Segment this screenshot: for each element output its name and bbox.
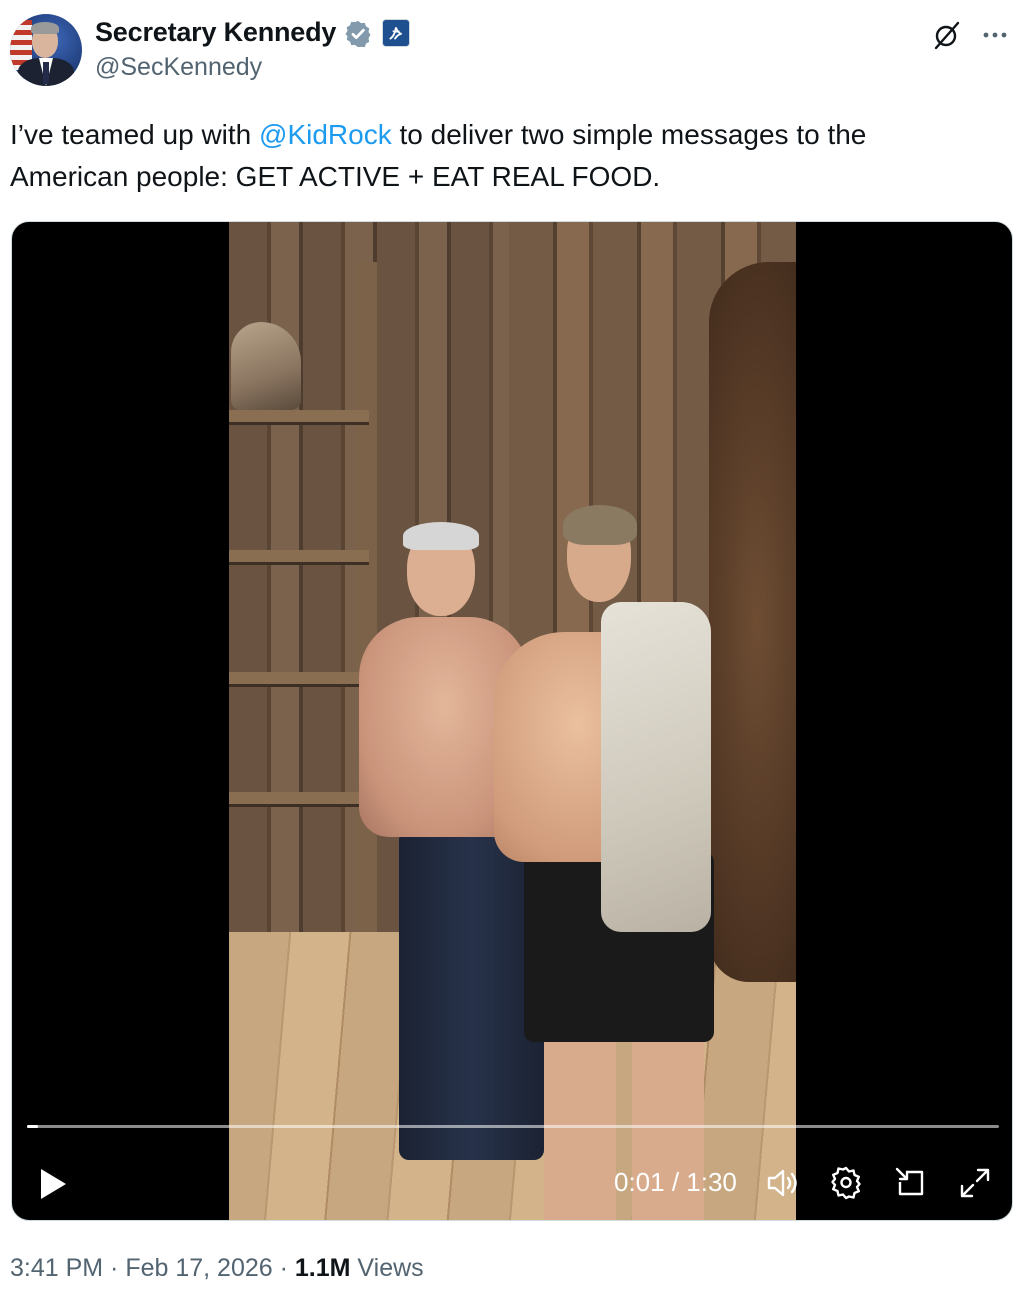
- play-icon[interactable]: [32, 1164, 72, 1204]
- shelf: [229, 672, 369, 684]
- person-2-hair: [563, 505, 637, 545]
- author-handle[interactable]: @SecKennedy: [95, 53, 262, 82]
- meta-separator: ·: [103, 1254, 126, 1282]
- author-name[interactable]: Secretary Kennedy: [95, 17, 336, 48]
- mention-link[interactable]: @KidRock: [259, 119, 392, 150]
- fox-taxidermy: [231, 322, 301, 410]
- tweet-date[interactable]: Feb 17, 2026: [125, 1254, 272, 1282]
- grok-icon[interactable]: [930, 18, 964, 52]
- meta-separator: ·: [272, 1254, 295, 1282]
- video-player[interactable]: 0:01 / 1:30: [11, 221, 1013, 1221]
- views-label: Views: [350, 1254, 424, 1282]
- video-frame[interactable]: [229, 222, 796, 1220]
- avatar-tie: [43, 62, 49, 84]
- person-1-hair: [403, 522, 479, 550]
- hhs-logo-icon[interactable]: [382, 19, 410, 47]
- picture-in-picture-icon[interactable]: [892, 1164, 930, 1202]
- shelf: [229, 792, 369, 804]
- video-progress-bar[interactable]: [27, 1125, 999, 1128]
- fullscreen-icon[interactable]: [956, 1164, 994, 1202]
- views-count[interactable]: 1.1M: [295, 1254, 351, 1282]
- shelf-post: [357, 262, 377, 962]
- more-icon[interactable]: [978, 18, 1012, 52]
- tweet-meta: 3:41 PM · Feb 17, 2026 · 1.1M Views: [10, 1254, 424, 1283]
- tweet-text: I’ve teamed up with @KidRock to deliver …: [10, 114, 990, 198]
- settings-icon[interactable]: [827, 1164, 865, 1202]
- video-progress-fill: [27, 1125, 38, 1128]
- tweet-time[interactable]: 3:41 PM: [10, 1254, 103, 1282]
- shelf: [229, 410, 369, 422]
- avatar-hair: [31, 22, 59, 34]
- verified-badge-icon[interactable]: [343, 19, 373, 49]
- tweet-text-start: I’ve teamed up with: [10, 119, 260, 150]
- towel: [601, 602, 711, 932]
- volume-icon[interactable]: [764, 1164, 802, 1202]
- author-avatar[interactable]: [10, 14, 82, 86]
- video-time: 0:01 / 1:30: [614, 1167, 737, 1197]
- tweet-header: Secretary Kennedy @SecKennedy: [10, 12, 1014, 88]
- shelf: [229, 550, 369, 562]
- person-1-jeans: [399, 830, 544, 1160]
- bear-taxidermy: [709, 262, 796, 982]
